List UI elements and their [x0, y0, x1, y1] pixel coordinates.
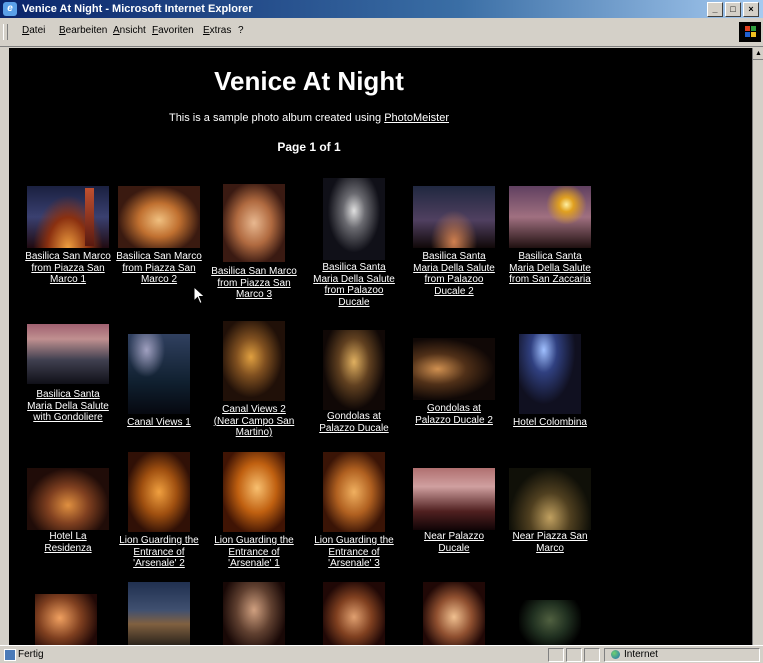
subtitle-text: This is a sample photo album created usi… — [168, 112, 385, 124]
minimize-button[interactable]: _ — [707, 2, 723, 17]
internet-zone-icon — [611, 650, 620, 659]
page-icon — [4, 649, 16, 661]
photo-thumbnail[interactable] — [223, 184, 285, 262]
photo-caption-link[interactable]: Basilica San Marco from Piazza San Marco… — [25, 251, 111, 286]
page-content: Venice At Night This is a sample photo a… — [9, 48, 752, 645]
menu-ansicht[interactable]: Ansicht — [113, 25, 146, 36]
photo-caption-link[interactable]: Near Piazza San Marco — [507, 531, 593, 554]
photo-thumbnail[interactable] — [413, 186, 495, 248]
photo-caption-link[interactable]: Hotel Colombina — [507, 417, 593, 429]
photo-thumbnail[interactable] — [323, 178, 385, 260]
photo-thumbnail[interactable] — [223, 321, 285, 401]
vertical-scrollbar[interactable]: ▲ — [752, 48, 763, 645]
photo-thumbnail[interactable] — [323, 452, 385, 532]
photo-thumbnail[interactable] — [27, 324, 109, 384]
photo-thumbnail[interactable] — [413, 338, 495, 400]
photo-thumbnail[interactable] — [128, 452, 190, 532]
photo-caption-link[interactable]: Lion Guarding the Entrance of 'Arsenale'… — [118, 535, 200, 570]
photo-caption-link[interactable]: Basilica Santa Maria Della Salute from P… — [409, 251, 499, 297]
window-left-border — [0, 48, 9, 645]
photo-thumbnail[interactable] — [128, 582, 190, 645]
status-text: Fertig — [18, 649, 44, 660]
photo-thumbnail[interactable] — [413, 468, 495, 530]
menu-datei[interactable]: Datei — [22, 25, 45, 36]
menu-help[interactable]: ? — [238, 25, 244, 36]
title-bar: e Venice At Night - Microsoft Internet E… — [0, 0, 763, 18]
page-title: Venice At Night — [214, 66, 404, 96]
photo-caption-link[interactable]: Gondolas at Palazzo Ducale 2 — [409, 403, 499, 426]
photo-thumbnail[interactable] — [423, 582, 485, 645]
photo-caption-link[interactable]: Lion Guarding the Entrance of 'Arsenale'… — [208, 535, 300, 570]
status-bar: Fertig Internet — [0, 645, 763, 663]
menu-bar: Datei Bearbeiten Ansicht Favoriten Extra… — [0, 18, 763, 47]
photo-caption-link[interactable]: Hotel La Residenza — [25, 531, 111, 554]
photo-caption-link[interactable]: Canal Views 2 (Near Campo San Martino) — [210, 404, 298, 439]
photo-thumbnail[interactable] — [118, 186, 200, 248]
window-title: Venice At Night - Microsoft Internet Exp… — [22, 3, 253, 15]
menu-favoriten[interactable]: Favoriten — [152, 25, 194, 36]
page-info: Page 1 of 1 — [277, 140, 341, 154]
photo-thumbnail[interactable] — [27, 186, 109, 248]
zone-text: Internet — [624, 649, 658, 660]
photo-thumbnail[interactable] — [223, 452, 285, 532]
windows-logo-icon — [739, 22, 761, 42]
status-pane — [566, 648, 582, 662]
photo-thumbnail[interactable] — [35, 594, 97, 645]
maximize-button[interactable]: □ — [725, 2, 741, 17]
menu-extras[interactable]: Extras — [203, 25, 231, 36]
photo-thumbnail[interactable] — [323, 582, 385, 645]
photo-caption-link[interactable]: Near Palazzo Ducale — [409, 531, 499, 554]
photo-thumbnail[interactable] — [128, 334, 190, 414]
photo-thumbnail[interactable] — [27, 468, 109, 530]
photo-caption-link[interactable]: Lion Guarding the Entrance of 'Arsenale'… — [309, 535, 399, 570]
photo-caption-link[interactable]: Basilica Santa Maria Della Salute from S… — [507, 251, 593, 286]
page-subtitle: This is a sample photo album created usi… — [9, 112, 609, 124]
photo-caption-link[interactable]: Basilica San Marco from Piazza San Marco… — [208, 266, 300, 301]
photo-caption-link[interactable]: Basilica Santa Maria Della Salute from P… — [309, 262, 399, 308]
photomeister-link[interactable]: PhotoMeister — [384, 112, 449, 124]
photo-thumbnail[interactable] — [519, 600, 581, 645]
internet-explorer-icon: e — [3, 2, 17, 16]
photo-caption-link[interactable]: Basilica San Marco from Piazza San Marco… — [116, 251, 202, 286]
mouse-cursor-icon — [194, 287, 206, 305]
photo-thumbnail[interactable] — [223, 582, 285, 645]
photo-caption-link[interactable]: Canal Views 1 — [120, 417, 198, 429]
photo-caption-link[interactable]: Basilica Santa Maria Della Salute with G… — [25, 389, 111, 424]
scroll-up-arrow-icon[interactable]: ▲ — [753, 48, 763, 60]
photo-thumbnail[interactable] — [509, 186, 591, 248]
photo-thumbnail[interactable] — [519, 334, 581, 414]
photo-thumbnail[interactable] — [509, 468, 591, 530]
close-button[interactable]: × — [743, 2, 759, 17]
menu-bearbeiten[interactable]: Bearbeiten — [59, 25, 107, 36]
status-pane — [584, 648, 600, 662]
photo-thumbnail[interactable] — [323, 330, 385, 410]
toolbar-grip[interactable] — [3, 24, 8, 40]
status-pane — [548, 648, 564, 662]
photo-caption-link[interactable]: Gondolas at Palazzo Ducale — [309, 411, 399, 434]
